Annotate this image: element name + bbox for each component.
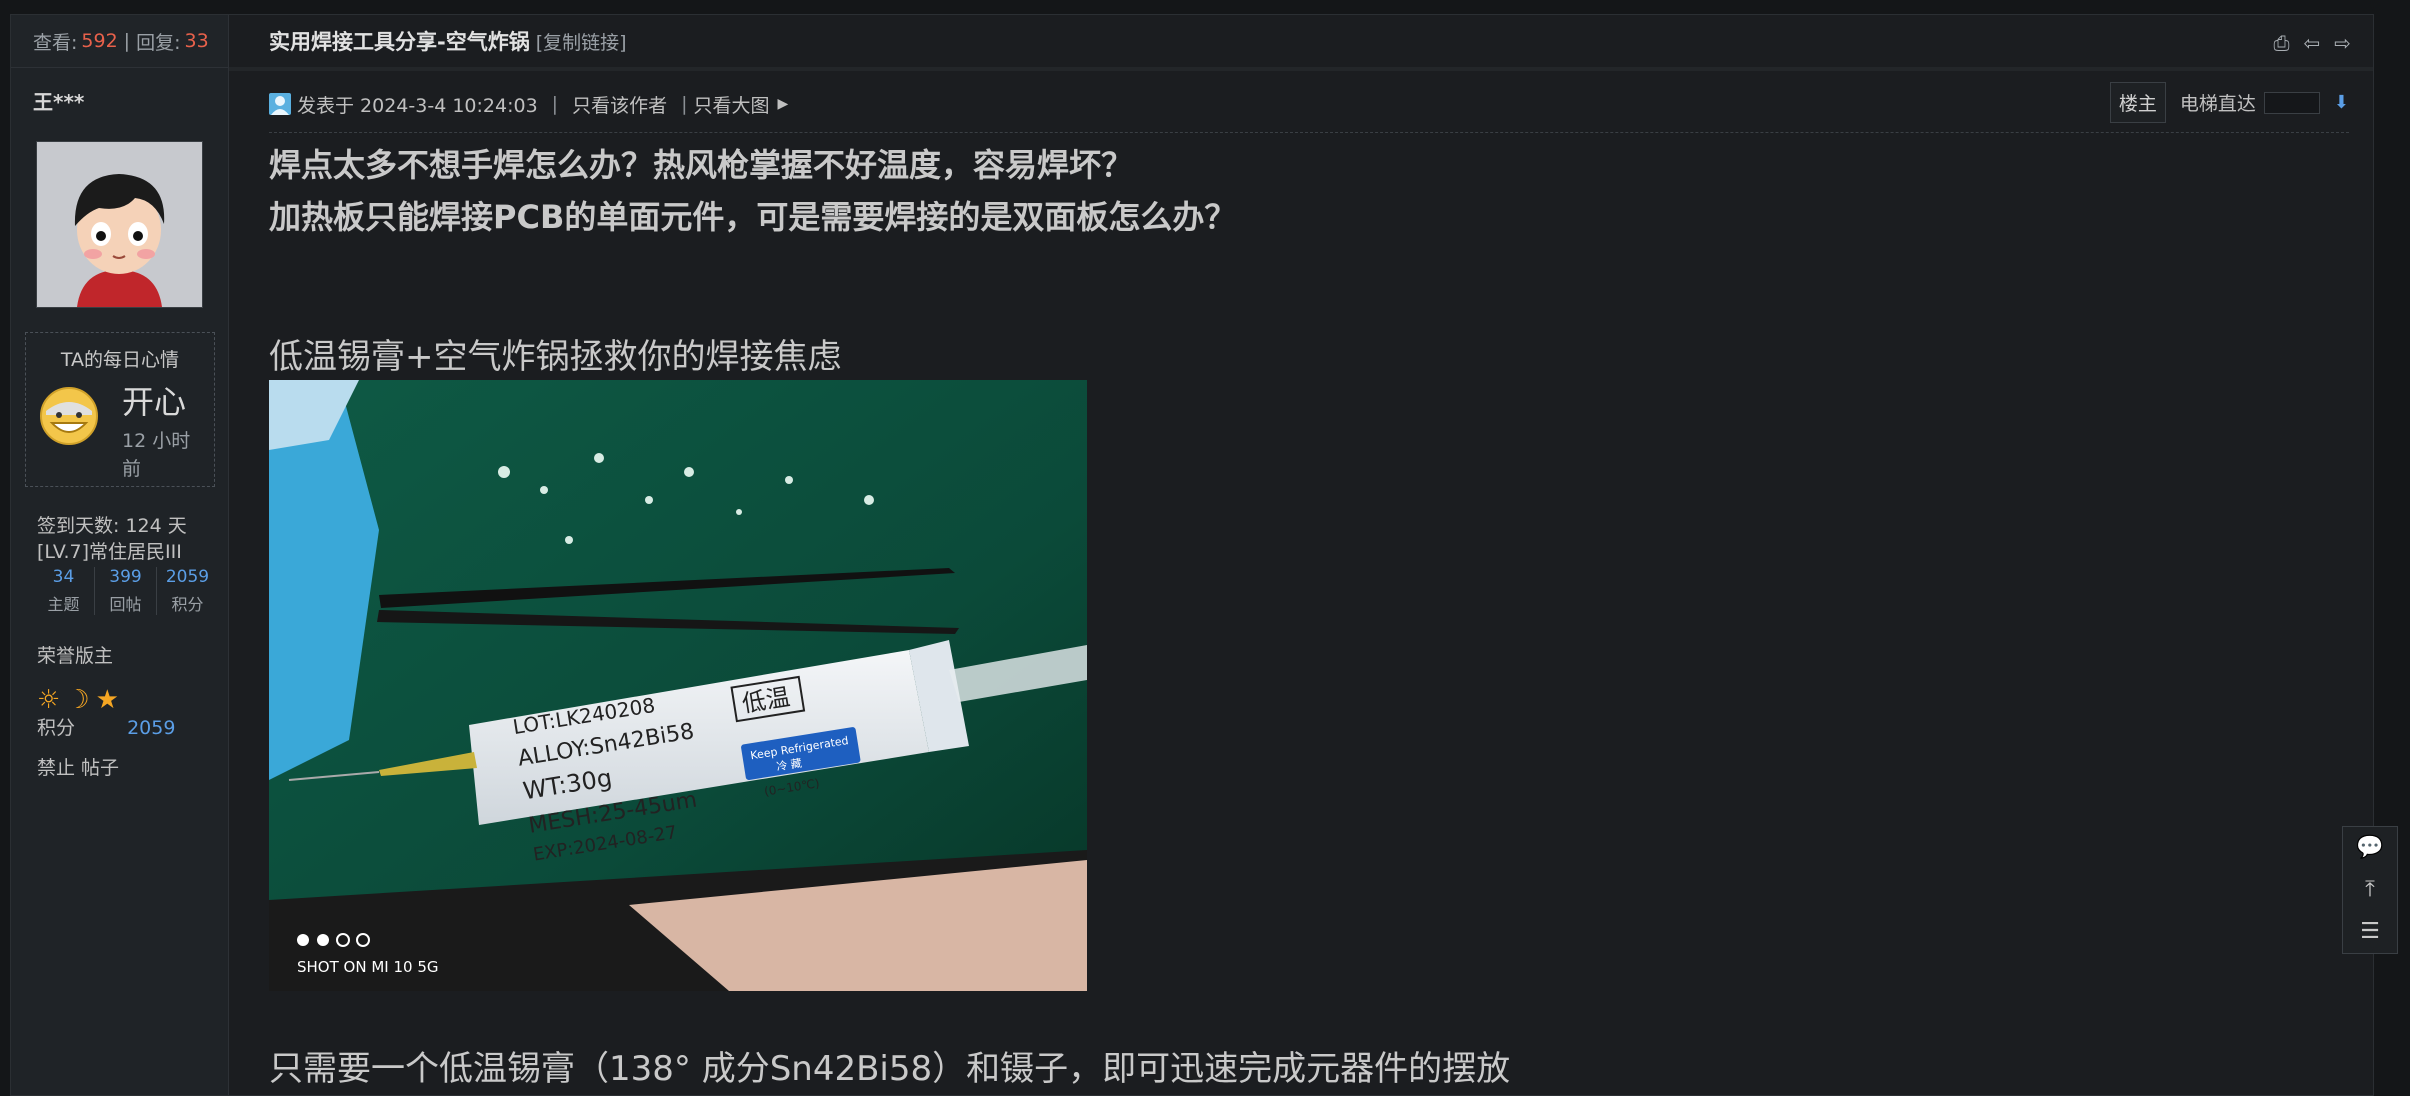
thread-title: 实用焊接工具分享-空气炸锅 <box>269 30 530 54</box>
online-user-icon <box>269 93 291 115</box>
back-to-top-icon[interactable]: ⤒ <box>2365 879 2375 901</box>
stat-label: 回帖 <box>109 595 142 614</box>
stat-value[interactable]: 399 <box>95 567 156 587</box>
replies-count: 33 <box>184 30 209 52</box>
happy-face-icon <box>38 385 100 451</box>
daily-mood-box: TA的每日心情 开心 12 小时前 <box>25 332 215 487</box>
only-author-link[interactable]: 只看该作者 <box>572 91 667 118</box>
caret-right-icon[interactable]: ▶ <box>778 96 789 112</box>
points-label: 积分 <box>37 717 76 739</box>
checkin-days: 签到天数: 124 天 <box>37 515 187 537</box>
prev-thread-icon[interactable]: ⇦ <box>2303 31 2320 55</box>
next-thread-icon[interactable]: ⇨ <box>2334 31 2351 55</box>
star-icon: ★ <box>95 685 119 715</box>
views-label: 查看: <box>33 31 78 54</box>
post-time: 发表于 2024-3-4 10:24:03 <box>297 94 538 117</box>
thread-title-bar: 实用焊接工具分享-空气炸锅 [复制链接] ⎙ ⇦ ⇨ <box>229 15 2373 71</box>
username[interactable]: 王*** <box>11 68 228 115</box>
big-image-link[interactable]: 只看大图 <box>693 91 769 118</box>
meta-separator: | <box>681 93 688 115</box>
photo-caption: 只需要一个低温锡膏（138° 成分Sn42Bi58）和镊子，即可迅速完成元器件的… <box>269 1049 1511 1089</box>
honor-title: 荣誉版主 <box>37 645 114 667</box>
user-sidebar: 查看: 592 | 回复: 33 王*** TA的每日心情 开心 12 小时前 … <box>11 15 229 1095</box>
views-count: 592 <box>81 30 118 52</box>
elevator-label: 电梯直达 <box>2179 93 2256 115</box>
mood-value: 开心 <box>122 383 187 421</box>
stats-separator: | <box>123 30 131 52</box>
moon-icon: ☽ <box>66 685 90 715</box>
list-icon[interactable]: ☰ <box>2360 921 2380 943</box>
stat-value[interactable]: 2059 <box>157 567 218 587</box>
thread-stats: 查看: 592 | 回复: 33 <box>11 15 228 68</box>
meta-separator: | <box>551 93 559 115</box>
user-stats: 34 主题 399 回帖 2059 积分 <box>33 567 218 615</box>
comment-icon[interactable]: 💬 <box>2356 837 2383 859</box>
points-row: 积分 2059 <box>37 713 175 740</box>
stat-replies[interactable]: 399 回帖 <box>95 567 157 615</box>
points-value: 2059 <box>127 717 176 739</box>
thread-tools: ⎙ ⇦ ⇨ <box>2273 31 2351 55</box>
post-frame: 查看: 592 | 回复: 33 王*** TA的每日心情 开心 12 小时前 … <box>10 14 2374 1096</box>
mood-title: TA的每日心情 <box>60 349 180 371</box>
post-content: 焊点太多不想手焊怎么办？热风枪掌握不好温度，容易焊坏？ 加热板只能焊接PCB的单… <box>269 139 2333 1089</box>
replies-label: 回复: <box>136 31 181 54</box>
sun-icon: ☼ <box>37 685 61 715</box>
stat-label: 积分 <box>171 595 204 614</box>
solder-paste-photo[interactable]: LOT:LK240208 ALLOY:Sn42Bi58 WT:30g MESH:… <box>269 380 1087 991</box>
copy-link[interactable]: [复制链接] <box>536 28 627 55</box>
avatar[interactable] <box>36 141 203 308</box>
user-level[interactable]: [LV.7]常住居民III <box>37 537 182 564</box>
photo-watermark: SHOT ON MI 10 5G <box>297 958 439 976</box>
ban-post-link[interactable]: 禁止 帖子 <box>37 753 119 780</box>
floor-tools: 楼主 电梯直达 ⬇ <box>2109 82 2349 123</box>
mood-time: 12 小时前 <box>122 430 191 480</box>
elevator-input[interactable] <box>2263 91 2320 114</box>
stat-topics[interactable]: 34 主题 <box>33 567 95 615</box>
go-floor-icon[interactable]: ⬇ <box>2334 92 2349 113</box>
section-heading: 低温锡膏+空气炸锅拯救你的焊接焦虑 <box>269 337 842 377</box>
stat-points[interactable]: 2059 积分 <box>157 567 218 615</box>
post-meta: 发表于 2024-3-4 10:24:03 | 只看该作者 | 只看大图 ▶ 楼… <box>269 76 2349 133</box>
stat-label: 主题 <box>47 595 80 614</box>
floor-label: 楼主 <box>2109 82 2166 123</box>
intro-line-1: 焊点太多不想手焊怎么办？热风枪掌握不好温度，容易焊坏？ <box>269 146 1134 184</box>
mood-text: 开心 12 小时前 <box>122 377 202 483</box>
post-main: 实用焊接工具分享-空气炸锅 [复制链接] ⎙ ⇦ ⇨ 发表于 2024-3-4 … <box>229 15 2373 1095</box>
medal-row: ☼ ☽ ★ <box>37 685 119 715</box>
stat-value[interactable]: 34 <box>33 567 94 587</box>
floating-toolbar: 💬 ⤒ ☰ <box>2342 826 2398 954</box>
print-icon[interactable]: ⎙ <box>2273 31 2289 55</box>
intro-line-2: 加热板只能焊接PCB的单面元件，可是需要焊接的是双面板怎么办？ <box>269 198 1237 236</box>
